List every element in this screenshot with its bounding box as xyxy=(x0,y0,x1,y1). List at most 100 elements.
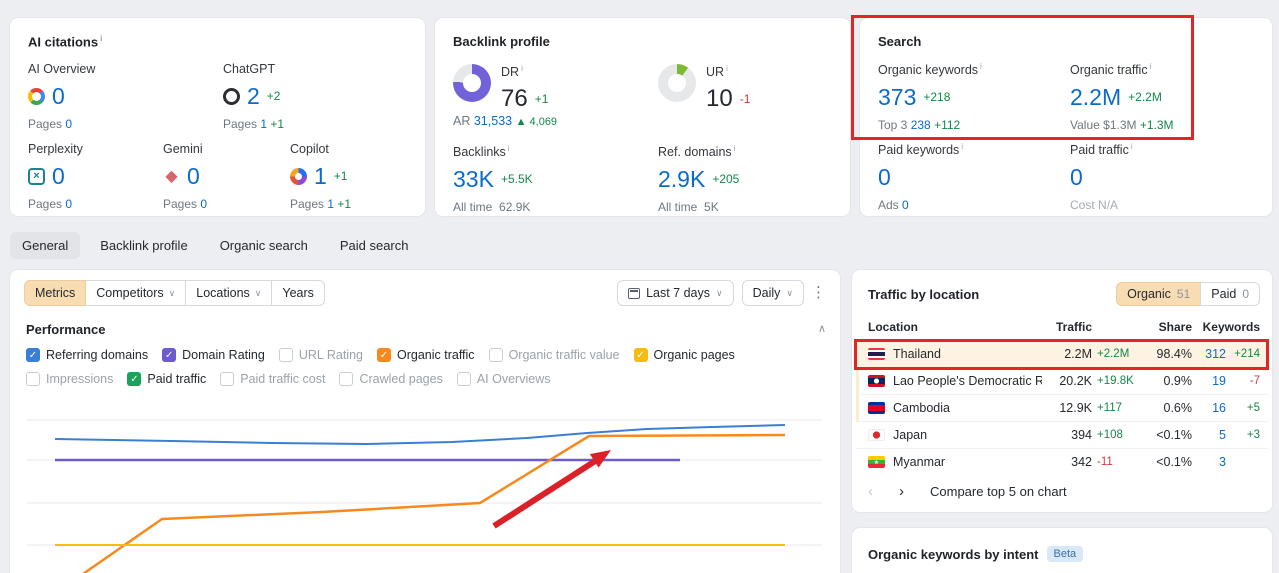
kebab-menu-icon[interactable]: ⋮ xyxy=(811,283,826,301)
tab-organic-search[interactable]: Organic search xyxy=(208,232,320,259)
paid-toggle[interactable]: Paid 0 xyxy=(1200,282,1260,306)
backlink-profile-title: Backlink profile xyxy=(453,34,550,49)
metrics-button[interactable]: Metrics xyxy=(24,280,87,306)
legend-checkbox-organic-traffic[interactable]: ✓ Organic traffic xyxy=(376,348,475,362)
tab-paid-search[interactable]: Paid search xyxy=(328,232,421,259)
legend-checkbox-organic-traffic-value[interactable]: Organic traffic value xyxy=(488,348,620,362)
chatgpt-stat: ChatGPT 2 +2 Pages 1 +1 xyxy=(223,62,285,131)
table-row-japan[interactable]: Japan 394 +108 <0.1% 5 +3 xyxy=(856,421,1268,448)
legend-checkbox-paid-traffic-cost[interactable]: Paid traffic cost xyxy=(220,372,325,386)
legend-checkbox-impressions[interactable]: Impressions xyxy=(26,372,113,386)
calendar-icon xyxy=(628,287,641,299)
location-table-header: Location Traffic Share Keywords xyxy=(868,320,1260,334)
location-table: Location Traffic Share Keywords Thailand… xyxy=(856,314,1268,475)
perplexity-icon: × xyxy=(28,167,45,185)
ai-citations-title: AI citations i xyxy=(28,34,103,50)
info-icon[interactable]: i xyxy=(100,34,102,43)
checked-checkbox-icon: ✓ xyxy=(26,348,40,362)
unchecked-checkbox-icon xyxy=(26,372,40,386)
copilot-stat: Copilot 1 +1 Pages 1 +1 xyxy=(290,142,352,211)
checked-checkbox-icon: ✓ xyxy=(633,348,648,362)
japan-flag-icon xyxy=(868,429,885,441)
perplexity-stat: Perplexity × 0 Pages 0 xyxy=(28,142,83,211)
compare-top5-link[interactable]: Compare top 5 on chart xyxy=(930,484,1067,499)
organic-toggle[interactable]: Organic 51 xyxy=(1116,282,1201,306)
unchecked-checkbox-icon xyxy=(456,372,471,386)
ar-stat: AR 31,533 ▲ 4,069 xyxy=(453,114,558,128)
competitors-dropdown[interactable]: Competitors ∨ xyxy=(86,280,187,306)
laos-flag-icon xyxy=(868,375,885,387)
search-title: Search xyxy=(878,34,922,49)
checked-checkbox-icon: ✓ xyxy=(127,372,142,386)
tab-backlink-profile[interactable]: Backlink profile xyxy=(88,232,199,259)
chart-filter-group: Metrics Competitors ∨ Locations ∨ Years xyxy=(24,280,325,306)
chevron-down-icon: ∨ xyxy=(254,287,262,298)
thailand-flag-icon xyxy=(868,348,885,360)
table-row-myanmar[interactable]: ★ Myanmar 342 -11 <0.1% 3 xyxy=(856,448,1268,475)
legend-checkbox-domain-rating[interactable]: ✓ Domain Rating xyxy=(162,348,265,362)
chevron-down-icon: ∨ xyxy=(716,287,723,298)
dashboard-page: AI citations i AI Overview 0 Pages 0 Chat… xyxy=(0,0,1279,573)
chevron-down-icon: ∨ xyxy=(786,287,793,298)
legend-checkbox-url-rating[interactable]: URL Rating xyxy=(278,348,363,362)
next-page-icon[interactable]: › xyxy=(899,483,904,500)
legend-checkbox-crawled-pages[interactable]: Crawled pages xyxy=(339,372,443,386)
annotation-arrow xyxy=(492,453,605,529)
info-icon[interactable]: i xyxy=(1150,62,1152,71)
table-row-thailand[interactable]: Thailand 2.2M +2.2M 98.4% 312 +214 xyxy=(856,340,1268,367)
paid-keywords-stat: Paid keywords i 0 Ads 0 xyxy=(878,142,964,213)
legend-checkbox-paid-traffic[interactable]: ✓ Paid traffic xyxy=(127,372,206,386)
info-icon[interactable]: i xyxy=(508,144,510,153)
info-icon[interactable]: i xyxy=(961,142,963,151)
info-icon[interactable]: i xyxy=(980,62,982,71)
granularity-dropdown[interactable]: Daily ∨ xyxy=(741,280,804,306)
ai-citations-card: AI citations i AI Overview 0 Pages 0 Chat… xyxy=(10,18,425,216)
performance-title: Performance xyxy=(26,322,106,337)
keywords-by-intent-title: Organic keywords by intent xyxy=(868,546,1039,562)
keywords-by-intent-card: Organic keywords by intent Beta xyxy=(852,528,1272,573)
table-row-cambodia[interactable]: Cambodia 12.9K +117 0.6% 16 +5 xyxy=(856,394,1268,421)
info-icon[interactable]: i xyxy=(1131,142,1133,151)
checked-checkbox-icon: ✓ xyxy=(162,348,177,362)
myanmar-flag-icon: ★ xyxy=(868,456,885,468)
info-icon[interactable]: i xyxy=(521,64,523,73)
dr-stat: DR i 76 +1 xyxy=(501,64,549,113)
traffic-by-location-title: Traffic by location xyxy=(868,286,980,302)
date-range-dropdown[interactable]: Last 7 days ∨ xyxy=(617,280,734,306)
gemini-stat: Gemini ◆ 0 Pages 0 xyxy=(163,142,208,211)
checked-checkbox-icon: ✓ xyxy=(376,348,391,362)
date-controls: Last 7 days ∨ Daily ∨ xyxy=(617,280,804,306)
info-icon[interactable]: i xyxy=(734,144,736,153)
beta-badge: Beta xyxy=(1046,546,1084,562)
locations-dropdown[interactable]: Locations ∨ xyxy=(186,280,273,306)
ref-domains-stat: Ref. domains i 2.9K +205 All time 5K xyxy=(658,144,740,215)
organic-traffic-stat: Organic traffic i 2.2M +2.2M Value $1.3M +… xyxy=(1070,62,1174,133)
google-icon xyxy=(28,87,45,105)
gemini-icon: ◆ xyxy=(165,167,178,185)
collapse-chevron-icon[interactable]: ∧ xyxy=(818,322,826,335)
organic-paid-toggle: Organic 51 Paid 0 xyxy=(1116,282,1260,306)
dr-donut xyxy=(453,64,491,102)
ur-donut xyxy=(658,64,696,102)
backlinks-stat: Backlinks i 33K +5.5K All time 62.9K xyxy=(453,144,533,215)
tab-general[interactable]: General xyxy=(10,232,81,259)
copilot-icon xyxy=(290,167,307,185)
prev-page-icon[interactable]: ‹ xyxy=(868,483,873,500)
performance-chart[interactable] xyxy=(22,396,828,573)
unchecked-checkbox-icon xyxy=(339,372,354,386)
performance-card: Metrics Competitors ∨ Locations ∨ Years La… xyxy=(10,270,840,573)
table-row-laos[interactable]: Lao People's Democratic Reput 20.2K +19.… xyxy=(856,367,1268,394)
organic-keywords-stat: Organic keywords i 373 +218 Top 3 238 +112 xyxy=(878,62,982,133)
legend-checkbox-organic-pages[interactable]: ✓ Organic pages xyxy=(633,348,735,362)
legend-checkbox-ai-overviews[interactable]: AI Overviews xyxy=(456,372,550,386)
metric-legend: ✓ Referring domains ✓ Domain Rating URL Rati… xyxy=(26,348,826,386)
legend-checkbox-referring-domains[interactable]: ✓ Referring domains xyxy=(26,348,148,362)
cambodia-flag-icon xyxy=(868,402,885,414)
series-organic-traffic xyxy=(82,433,786,573)
section-tabs: General Backlink profile Organic search … xyxy=(10,232,421,259)
unchecked-checkbox-icon xyxy=(278,348,293,362)
backlink-profile-card: Backlink profile DR i 76 +1 AR 31,533 ▲ 4,… xyxy=(435,18,850,216)
years-button[interactable]: Years xyxy=(272,280,325,306)
ur-stat: UR i 10 -1 xyxy=(706,64,751,113)
info-icon[interactable]: i xyxy=(726,64,728,73)
